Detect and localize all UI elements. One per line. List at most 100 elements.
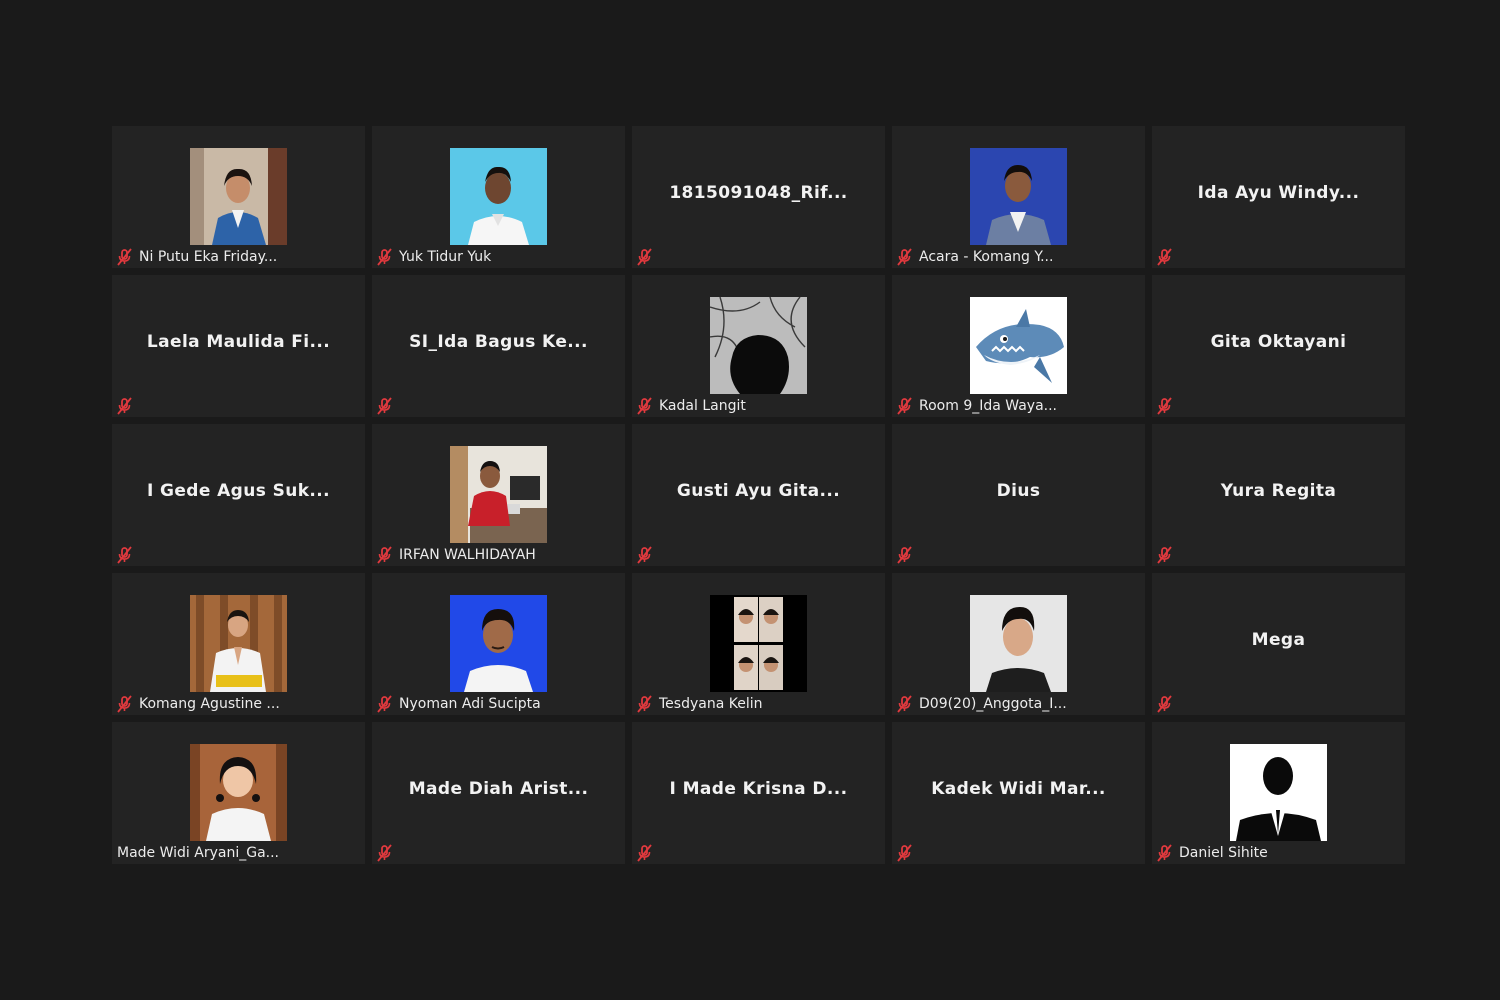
participant-display-name: Gusti Ayu Gita... bbox=[676, 481, 841, 501]
participant-photo bbox=[1230, 744, 1327, 841]
participant-photo bbox=[710, 595, 807, 692]
participant-name-label bbox=[1152, 544, 1185, 566]
participant-photo bbox=[970, 595, 1067, 692]
participant-name-label: Made Widi Aryani_Ga... bbox=[117, 845, 279, 861]
muted-microphone-icon bbox=[895, 546, 915, 564]
participant-name-label bbox=[372, 395, 405, 417]
participant-display-name: SI_Ida Bagus Ke... bbox=[409, 332, 588, 352]
muted-microphone-icon bbox=[115, 397, 135, 415]
participant-tile-gita-oktayani[interactable]: Gita Oktayani bbox=[1152, 275, 1405, 417]
participant-tile-laela-maulida[interactable]: Laela Maulida Fi... bbox=[112, 275, 365, 417]
muted-microphone-icon bbox=[895, 695, 915, 713]
participant-tile-made-diah[interactable]: Made Diah Arist... bbox=[372, 722, 625, 864]
muted-microphone-icon bbox=[115, 248, 135, 266]
participant-display-name: Dius bbox=[996, 481, 1041, 501]
participant-tile-yuk-tidur[interactable]: Yuk Tidur Yuk bbox=[372, 126, 625, 268]
participant-name-label bbox=[632, 246, 665, 268]
muted-microphone-icon bbox=[635, 844, 655, 862]
participant-tile-acara-komang[interactable]: Acara - Komang Y... bbox=[892, 126, 1145, 268]
participant-name-label bbox=[892, 544, 925, 566]
participant-display-name: Gita Oktayani bbox=[1210, 332, 1347, 352]
muted-microphone-icon bbox=[635, 248, 655, 266]
participant-name-label bbox=[1152, 246, 1185, 268]
muted-microphone-icon bbox=[375, 844, 395, 862]
participant-name-label: Ni Putu Eka Friday... bbox=[112, 246, 283, 268]
participant-name-label: Nyoman Adi Sucipta bbox=[372, 693, 547, 715]
participant-tile-1815091048[interactable]: 1815091048_Rif... bbox=[632, 126, 885, 268]
participant-tile-dius[interactable]: Dius bbox=[892, 424, 1145, 566]
participant-name-label bbox=[632, 544, 665, 566]
participant-display-name: 1815091048_Rif... bbox=[669, 183, 848, 203]
participant-photo bbox=[190, 744, 287, 841]
participant-display-name: Laela Maulida Fi... bbox=[146, 332, 331, 352]
participant-tile-mega[interactable]: Mega bbox=[1152, 573, 1405, 715]
participant-name-label: IRFAN WALHIDAYAH bbox=[372, 544, 542, 566]
participant-tile-ni-putu[interactable]: Ni Putu Eka Friday... bbox=[112, 126, 365, 268]
muted-microphone-icon bbox=[895, 397, 915, 415]
participant-tile-nyoman-adi[interactable]: Nyoman Adi Sucipta bbox=[372, 573, 625, 715]
video-gallery-window: Ni Putu Eka Friday... Yuk Tidur Yuk 1815… bbox=[0, 0, 1500, 1000]
muted-microphone-icon bbox=[375, 397, 395, 415]
participant-photo bbox=[450, 595, 547, 692]
participant-display-name: Mega bbox=[1251, 630, 1306, 650]
participant-photo bbox=[710, 297, 807, 394]
muted-microphone-icon bbox=[895, 248, 915, 266]
participant-tile-irfan[interactable]: IRFAN WALHIDAYAH bbox=[372, 424, 625, 566]
participant-tile-si-ida-bagus[interactable]: SI_Ida Bagus Ke... bbox=[372, 275, 625, 417]
participant-tile-room-9[interactable]: Room 9_Ida Waya... bbox=[892, 275, 1145, 417]
muted-microphone-icon bbox=[375, 546, 395, 564]
participant-display-name: Yura Regita bbox=[1220, 481, 1337, 501]
participant-tile-yura-regita[interactable]: Yura Regita bbox=[1152, 424, 1405, 566]
participant-grid: Ni Putu Eka Friday... Yuk Tidur Yuk 1815… bbox=[112, 126, 1405, 864]
participant-name-label bbox=[112, 395, 145, 417]
muted-microphone-icon bbox=[375, 248, 395, 266]
participant-name-label: Daniel Sihite bbox=[1152, 842, 1274, 864]
participant-photo bbox=[450, 446, 547, 543]
muted-microphone-icon bbox=[1155, 695, 1175, 713]
muted-microphone-icon bbox=[635, 546, 655, 564]
participant-name-label: D09(20)_Anggota_I... bbox=[892, 693, 1073, 715]
participant-name-label: Yuk Tidur Yuk bbox=[372, 246, 497, 268]
participant-name-label: Komang Agustine ... bbox=[112, 693, 286, 715]
participant-display-name: I Made Krisna D... bbox=[669, 779, 848, 799]
participant-tile-gusti-ayu-gita[interactable]: Gusti Ayu Gita... bbox=[632, 424, 885, 566]
participant-tile-komang-agustine[interactable]: Komang Agustine ... bbox=[112, 573, 365, 715]
participant-display-name: Kadek Widi Mar... bbox=[931, 779, 1106, 799]
participant-photo bbox=[970, 148, 1067, 245]
muted-microphone-icon bbox=[1155, 546, 1175, 564]
muted-microphone-icon bbox=[1155, 844, 1175, 862]
muted-microphone-icon bbox=[895, 844, 915, 862]
participant-tile-daniel-sihite[interactable]: Daniel Sihite bbox=[1152, 722, 1405, 864]
participant-tile-i-made-krisna[interactable]: I Made Krisna D... bbox=[632, 722, 885, 864]
participant-tile-kadek-widi[interactable]: Kadek Widi Mar... bbox=[892, 722, 1145, 864]
participant-tile-kadal-langit[interactable]: Kadal Langit bbox=[632, 275, 885, 417]
participant-tile-made-widi-aryani[interactable]: Made Widi Aryani_Ga... bbox=[112, 722, 365, 864]
participant-tile-tesdyana[interactable]: Tesdyana Kelin bbox=[632, 573, 885, 715]
participant-tile-i-gede-agus[interactable]: I Gede Agus Suk... bbox=[112, 424, 365, 566]
participant-name-label: Acara - Komang Y... bbox=[892, 246, 1059, 268]
participant-tile-d09-anggota[interactable]: D09(20)_Anggota_I... bbox=[892, 573, 1145, 715]
participant-photo bbox=[970, 297, 1067, 394]
participant-tile-ida-ayu-windy[interactable]: Ida Ayu Windy... bbox=[1152, 126, 1405, 268]
participant-photo bbox=[190, 595, 287, 692]
participant-name-label: Kadal Langit bbox=[632, 395, 752, 417]
participant-name-label bbox=[632, 842, 665, 864]
muted-microphone-icon bbox=[115, 695, 135, 713]
muted-microphone-icon bbox=[1155, 248, 1175, 266]
muted-microphone-icon bbox=[635, 695, 655, 713]
participant-name-label bbox=[1152, 395, 1185, 417]
muted-microphone-icon bbox=[375, 695, 395, 713]
participant-name-label bbox=[372, 842, 405, 864]
participant-name-label: Room 9_Ida Waya... bbox=[892, 395, 1063, 417]
muted-microphone-icon bbox=[635, 397, 655, 415]
participant-display-name: Made Diah Arist... bbox=[408, 779, 589, 799]
muted-microphone-icon bbox=[1155, 397, 1175, 415]
participant-name-label: Tesdyana Kelin bbox=[632, 693, 768, 715]
participant-name-label bbox=[892, 842, 925, 864]
participant-photo bbox=[450, 148, 547, 245]
participant-display-name: Ida Ayu Windy... bbox=[1197, 183, 1360, 203]
muted-microphone-icon bbox=[115, 546, 135, 564]
participant-name-label bbox=[1152, 693, 1185, 715]
participant-display-name: I Gede Agus Suk... bbox=[146, 481, 331, 501]
participant-photo bbox=[190, 148, 287, 245]
